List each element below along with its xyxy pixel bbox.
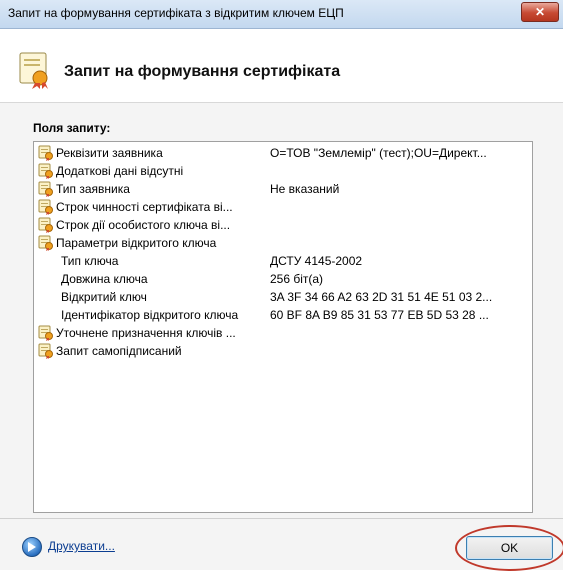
field-row[interactable]: Реквізити заявника О=ТОВ "Землемір" (тест… (34, 144, 532, 162)
certificate-key-icon (38, 163, 54, 179)
field-value: 60 BF 8A B9 85 31 53 77 EB 5D 53 28 ... (270, 308, 489, 322)
field-row[interactable]: Параметри відкритого ключа (34, 234, 532, 252)
field-row[interactable]: Строк дії особистого ключа ві... (34, 216, 532, 234)
field-name: Строк дії особистого ключа ві... (56, 218, 231, 232)
field-row[interactable]: Ідентифікатор відкритого ключа 60 BF 8A B… (34, 306, 532, 324)
field-name: Параметри відкритого ключа (56, 236, 217, 250)
certificate-key-icon (38, 145, 54, 161)
certificate-key-icon (38, 217, 54, 233)
field-value: 3A 3F 34 66 A2 63 2D 31 51 4E 51 03 2... (270, 290, 493, 304)
page-title: Запит на формування сертифіката (64, 63, 341, 80)
field-row[interactable]: Строк чинності сертифіката ві... (34, 198, 532, 216)
window-title: Запит на формування сертифіката з відкри… (8, 6, 344, 20)
print-icon[interactable] (22, 537, 42, 557)
field-value: О=ТОВ "Землемір" (тест);OU=Директ... (270, 146, 487, 160)
dialog-footer: Друкувати... OK (0, 518, 563, 571)
field-name: Тип заявника (56, 182, 130, 196)
print-link[interactable]: Друкувати... (48, 539, 115, 553)
field-name: Строк чинності сертифіката ві... (56, 200, 233, 214)
field-row[interactable]: Додаткові дані відсутні (34, 162, 532, 180)
field-name: Тип ключа (61, 254, 119, 268)
field-value: 256 біт(а) (270, 272, 324, 286)
dialog-header: Запит на формування сертифіката (0, 29, 563, 103)
field-value: Не вказаний (270, 182, 340, 196)
close-icon: ✕ (534, 5, 546, 19)
certificate-key-icon (38, 343, 54, 359)
field-name: Реквізити заявника (56, 146, 163, 160)
field-row[interactable]: Запит самопідписаний (34, 342, 532, 360)
fields-list[interactable]: Реквізити заявника О=ТОВ "Землемір" (тест… (33, 141, 533, 513)
ok-button[interactable]: OK (466, 536, 553, 560)
field-name: Додаткові дані відсутні (56, 164, 184, 178)
field-name: Відкритий ключ (61, 290, 147, 304)
field-name: Ідентифікатор відкритого ключа (61, 308, 239, 322)
field-name: Запит самопідписаний (56, 344, 182, 358)
field-name: Уточнене призначення ключів ... (56, 326, 236, 340)
field-name: Довжина ключа (61, 272, 148, 286)
fields-label: Поля запиту: (33, 121, 111, 135)
field-value: ДСТУ 4145-2002 (270, 254, 363, 268)
certificate-key-icon (38, 325, 54, 341)
certificate-key-icon (38, 181, 54, 197)
field-row[interactable]: Відкритий ключ 3A 3F 34 66 A2 63 2D 31 51… (34, 288, 532, 306)
certificate-key-icon (38, 235, 54, 251)
field-row[interactable]: Тип заявника Не вказаний (34, 180, 532, 198)
field-row[interactable]: Тип ключа ДСТУ 4145-2002 (34, 252, 532, 270)
certificate-key-icon (38, 199, 54, 215)
field-row[interactable]: Довжина ключа 256 біт(а) (34, 270, 532, 288)
close-button[interactable]: ✕ (521, 2, 559, 22)
field-row[interactable]: Уточнене призначення ключів ... (34, 324, 532, 342)
certificate-icon (19, 52, 48, 89)
dialog-content: Поля запиту: Реквізити заявника О=ТОВ "Зе… (0, 103, 563, 518)
title-bar: Запит на формування сертифіката з відкри… (0, 0, 563, 29)
